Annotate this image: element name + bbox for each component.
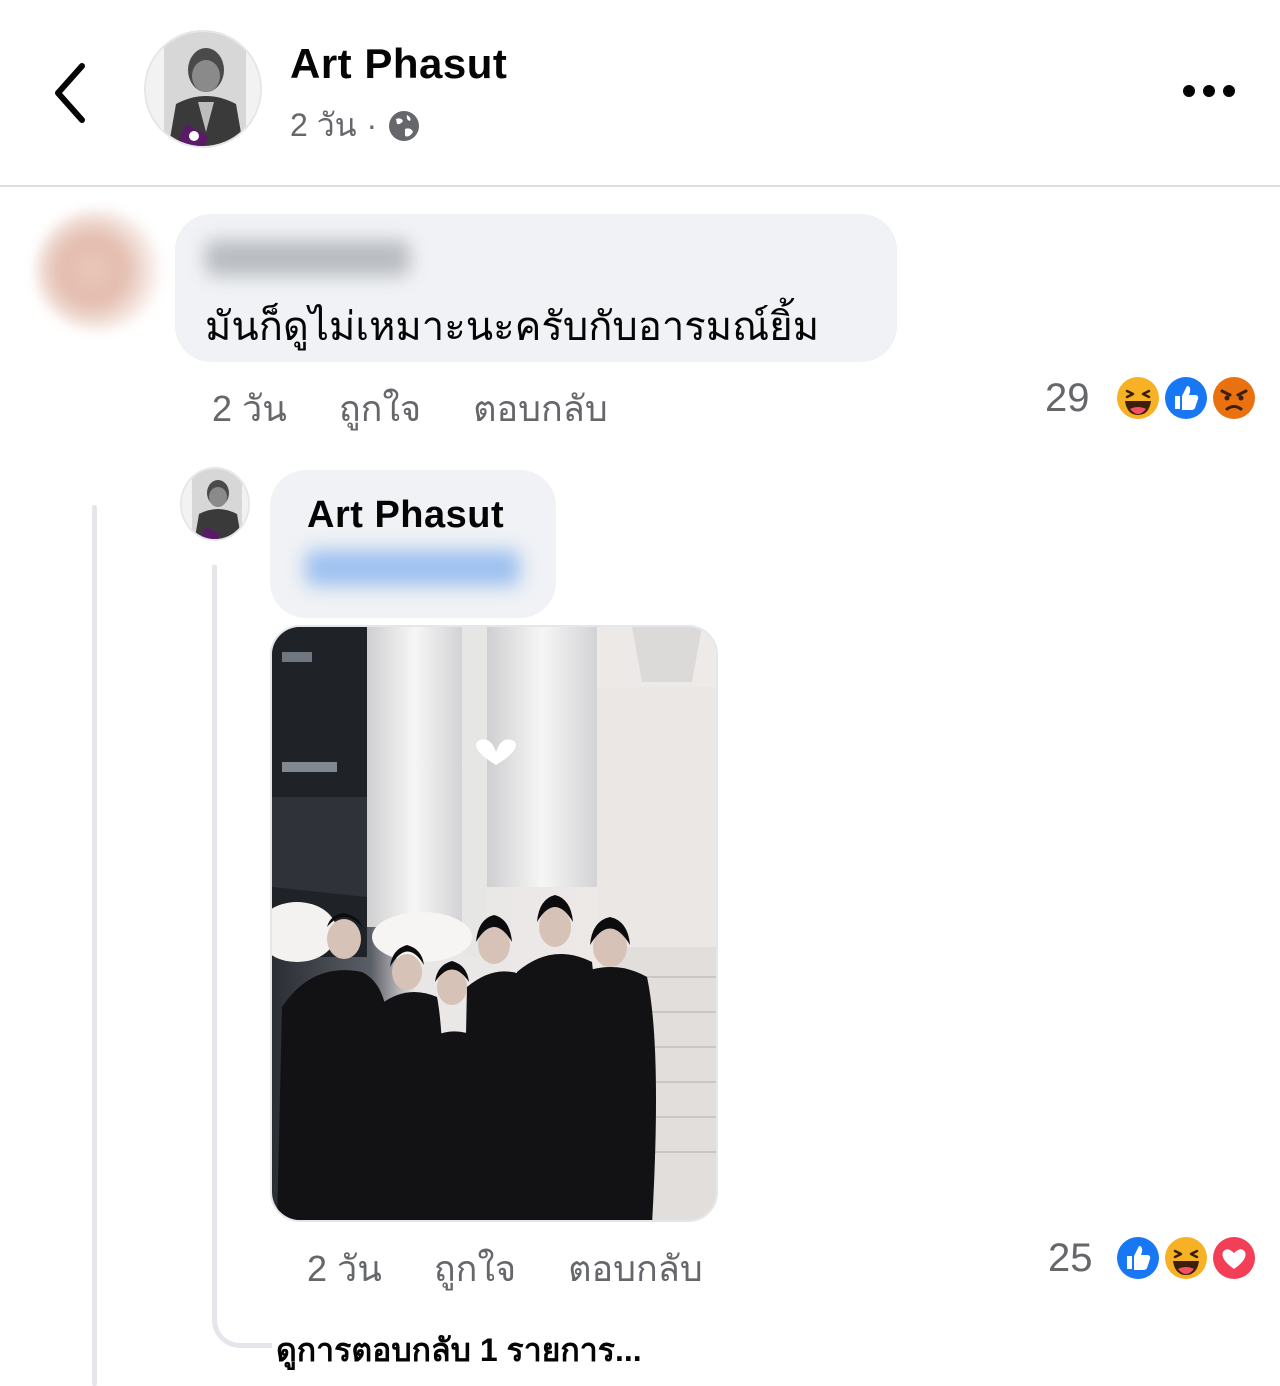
comment-actions: 2 วัน ถูกใจ ตอบกลับ <box>212 380 608 437</box>
reply-reply-button[interactable]: ตอบกลับ <box>568 1240 703 1297</box>
post-meta: 2 วัน · <box>290 100 421 151</box>
page-title[interactable]: Art Phasut <box>290 40 507 88</box>
tagged-name-blurred[interactable] <box>305 550 520 586</box>
reply-actions: 2 วัน ถูกใจ ตอบกลับ <box>307 1240 703 1297</box>
ellipsis-icon <box>1183 85 1235 97</box>
comment-time: 2 วัน <box>212 388 287 429</box>
commenter-name-blurred[interactable] <box>205 240 410 276</box>
back-button[interactable] <box>50 58 100 128</box>
reply-time: 2 วัน <box>307 1248 382 1289</box>
meta-separator: · <box>366 107 378 143</box>
view-more-replies-link[interactable]: ดูการตอบกลับ 1 รายการ... <box>276 1325 642 1376</box>
reply-bubble <box>270 470 556 618</box>
reply-thread-line <box>212 565 272 1348</box>
chevron-left-icon <box>55 63 85 123</box>
header-divider <box>0 185 1280 187</box>
globe-icon <box>389 110 420 141</box>
haha-reaction-icon <box>1162 1234 1210 1282</box>
angry-reaction-icon <box>1210 374 1258 422</box>
reply-reaction-icons[interactable] <box>1112 1232 1260 1284</box>
reply-reaction-count[interactable]: 25 <box>1048 1236 1093 1281</box>
reply-avatar[interactable] <box>180 467 250 541</box>
haha-reaction-icon <box>1114 374 1162 422</box>
reply-author-name[interactable]: Art Phasut <box>307 494 504 537</box>
page-avatar[interactable] <box>144 30 262 148</box>
like-reaction-icon <box>1114 1234 1162 1282</box>
reply-photo[interactable] <box>270 625 718 1222</box>
reply-button[interactable]: ตอบกลับ <box>473 380 608 437</box>
reaction-count[interactable]: 29 <box>1045 376 1090 421</box>
post-time: 2 วัน <box>290 107 357 143</box>
reply-like-button[interactable]: ถูกใจ <box>434 1240 516 1297</box>
reaction-icons[interactable] <box>1112 372 1260 424</box>
more-options-button[interactable] <box>1175 76 1245 106</box>
commenter-avatar[interactable] <box>36 210 161 330</box>
comment-text: มันก็ดูไม่เหมาะนะครับกับอารมณ์ยิ้ม <box>205 305 820 349</box>
like-button[interactable]: ถูกใจ <box>339 380 421 437</box>
thread-line <box>92 505 97 1386</box>
like-reaction-icon <box>1162 374 1210 422</box>
love-reaction-icon <box>1210 1234 1258 1282</box>
